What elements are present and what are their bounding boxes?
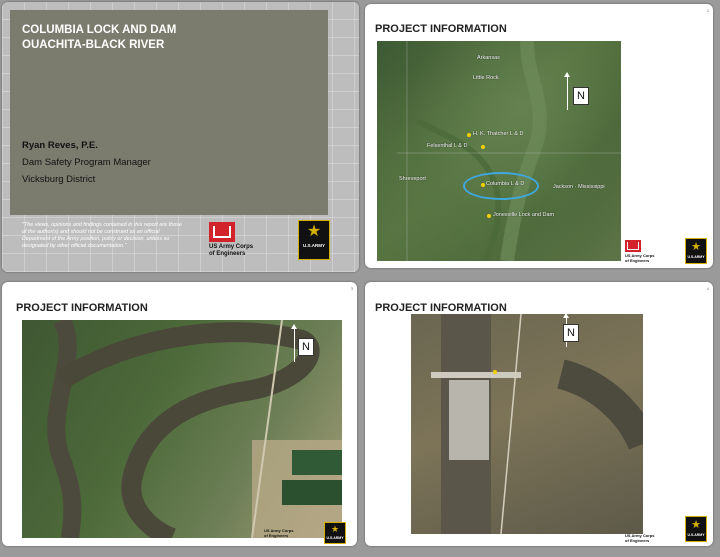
lock-pin-felsenthal (481, 145, 485, 149)
army-logo: ★ U.S.ARMY (685, 238, 707, 264)
spillway-whitewater (449, 380, 489, 460)
aerial-dam-photo: N (411, 314, 643, 534)
access-road (500, 314, 522, 534)
usace-logo: US Army Corps of Engineers (209, 222, 265, 258)
army-star-icon: ★ (691, 241, 701, 253)
army-logo: ★ U.S.ARMY (298, 220, 330, 260)
title-slide[interactable]: COLUMBIA LOCK AND DAM OUACHITA-BLACK RIV… (2, 2, 359, 272)
usace-line-2: of Engineers (625, 257, 650, 263)
lock-pin-jonesville (487, 214, 491, 218)
place-columbia: Columbia L & D (486, 181, 525, 187)
usace-label: US Army Corps of Engineers (209, 244, 265, 258)
lock-pin (493, 370, 497, 374)
place-arkansas: Arkansas (477, 55, 500, 61)
slide-title: PROJECT INFORMATION (16, 302, 148, 314)
slide-title: PROJECT INFORMATION (375, 23, 507, 35)
green-field-2 (282, 480, 342, 505)
project-information-slide-dam[interactable]: PROJECT INFORMATION 4 N US Army Corps of… (365, 282, 713, 546)
usace-line-2: of Engineers (625, 537, 650, 543)
dam-overlay-svg (431, 314, 643, 534)
dam-structure (431, 372, 521, 378)
north-arrow-icon (291, 324, 297, 362)
regional-satellite-map: Arkansas Little Rock H. K. Thatcher L & … (377, 41, 621, 261)
lock-channel (556, 359, 643, 451)
army-star-icon: ★ (691, 519, 701, 531)
presenter-district: Vicksburg District (22, 174, 96, 185)
army-label: U.S.ARMY (687, 255, 705, 259)
page-number: 2 (706, 8, 709, 13)
slide-title: PROJECT INFORMATION (375, 302, 507, 314)
army-logo: ★ U.S.ARMY (324, 522, 346, 544)
project-information-slide-map[interactable]: PROJECT INFORMATION 2 Arkansas Little Ro… (365, 4, 713, 268)
place-jackson: Jackson · Mississippi (553, 184, 605, 190)
north-indicator: N (563, 324, 579, 342)
castle-icon (625, 240, 641, 252)
place-thatcher: H. K. Thatcher L & D (473, 131, 524, 137)
map-overlay-svg (397, 41, 621, 261)
page-number: 4 (706, 286, 709, 291)
usace-logo: US Army Corps of Engineers (264, 527, 314, 538)
place-little-rock: Little Rock (473, 75, 499, 81)
usace-label: US Army Corps of Engineers (264, 528, 314, 538)
green-field (292, 450, 342, 475)
presenter-role: Dam Safety Program Manager (22, 157, 151, 168)
place-jonesville: Jonesville Lock and Dam (493, 212, 555, 218)
lock-pin-columbia (481, 183, 485, 187)
presenter-name: Ryan Reves, P.E. (22, 140, 98, 151)
title-panel: COLUMBIA LOCK AND DAM OUACHITA-BLACK RIV… (10, 10, 328, 215)
north-indicator: N (573, 87, 589, 105)
north-arrow-icon (564, 72, 570, 110)
usace-label: US Army Corps of Engineers (625, 253, 681, 263)
title-line-2: OUACHITA-BLACK RIVER (22, 39, 165, 51)
usace-line-2: of Engineers (264, 532, 289, 538)
army-label: U.S.ARMY (302, 243, 325, 248)
presenter-info: Ryan Reves, P.E. Dam Safety Program Mana… (22, 137, 151, 188)
usace-logo: US Army Corps of Engineers (625, 240, 681, 263)
presentation-title: COLUMBIA LOCK AND DAM OUACHITA-BLACK RIV… (22, 23, 176, 53)
army-star-icon: ★ (330, 524, 340, 534)
river-valley (500, 41, 547, 261)
usace-line-2: of Engineers (209, 251, 246, 257)
castle-icon (209, 222, 235, 242)
lock-pin-thatcher (467, 133, 471, 137)
army-star-icon: ★ (306, 223, 322, 240)
usace-label: US Army Corps of Engineers (625, 533, 681, 543)
page-number: 3 (350, 286, 353, 291)
usace-line-1: US Army Corps (209, 244, 254, 250)
usace-logo: US Army Corps of Engineers (625, 532, 681, 543)
disclaimer-text: "The views, opinions and findings contai… (22, 222, 182, 249)
army-logo: ★ U.S.ARMY (685, 516, 707, 542)
aerial-river-photo: N (22, 320, 342, 538)
place-felsenthal: Felsenthal L & D (427, 143, 468, 149)
title-line-1: COLUMBIA LOCK AND DAM (22, 24, 177, 36)
river-channel-west (47, 320, 82, 538)
north-indicator: N (298, 338, 314, 356)
army-label: U.S.ARMY (326, 536, 344, 540)
place-shreveport: Shreveport (399, 176, 426, 182)
project-information-slide-aerial[interactable]: PROJECT INFORMATION 3 N US Army Corps of… (2, 282, 357, 546)
army-label: U.S.ARMY (687, 533, 705, 537)
